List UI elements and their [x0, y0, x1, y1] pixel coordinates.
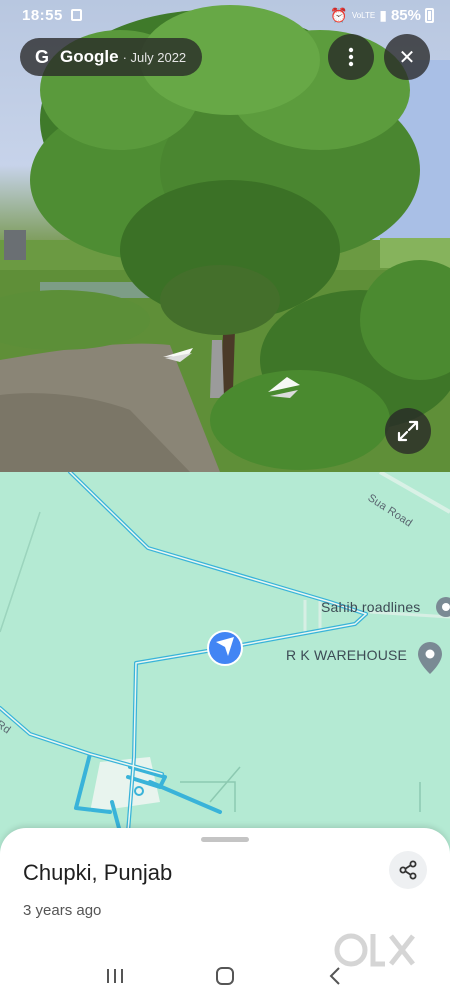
status-right: ⏰ VoLTE ▮ 85% — [330, 7, 434, 24]
back-icon — [329, 967, 340, 985]
share-button[interactable] — [389, 851, 427, 889]
share-icon — [399, 860, 417, 880]
place-title: Chupki, Punjab — [23, 860, 173, 885]
sheet-drag-handle[interactable] — [201, 837, 249, 842]
battery-percent: 85% — [390, 6, 421, 24]
signal-icon: ▮ — [379, 6, 387, 23]
place-pin-sahib — [436, 597, 450, 617]
home-button[interactable] — [205, 956, 245, 996]
recents-icon — [107, 969, 123, 983]
imagery-date: · July 2022 — [122, 49, 187, 65]
street-view-panorama[interactable]: 18:55 ⏰ VoLTE ▮ 85% G Google · July 2022… — [0, 0, 450, 472]
alarm-icon: ⏰ — [330, 6, 348, 23]
battery-icon — [425, 7, 434, 23]
expand-button[interactable] — [385, 408, 431, 454]
close-button[interactable]: ✕ — [384, 34, 430, 80]
place-label-sahib[interactable]: Sahib roadlines — [321, 599, 421, 615]
notification-icon — [70, 9, 82, 21]
google-g-icon: G — [34, 46, 49, 67]
back-button[interactable] — [315, 956, 355, 996]
home-icon — [216, 967, 234, 985]
network-label: VoLTE — [351, 10, 376, 20]
close-icon: ✕ — [398, 46, 416, 69]
more-options-button[interactable] — [328, 34, 374, 80]
status-bar: 18:55 ⏰ VoLTE ▮ 85% — [0, 0, 450, 30]
place-subtitle: 3 years ago — [23, 902, 102, 919]
place-pin-rk — [418, 642, 442, 674]
recents-button[interactable] — [95, 956, 135, 996]
status-time: 18:55 — [22, 6, 63, 24]
expand-icon — [397, 420, 419, 442]
imagery-info-pill[interactable]: G Google · July 2022 — [20, 38, 203, 76]
pill-brand: Google — [60, 47, 119, 66]
place-label-rk-warehouse[interactable]: R K WAREHOUSE — [286, 647, 407, 663]
more-vert-icon — [348, 47, 354, 67]
system-nav-bar — [0, 952, 450, 1000]
